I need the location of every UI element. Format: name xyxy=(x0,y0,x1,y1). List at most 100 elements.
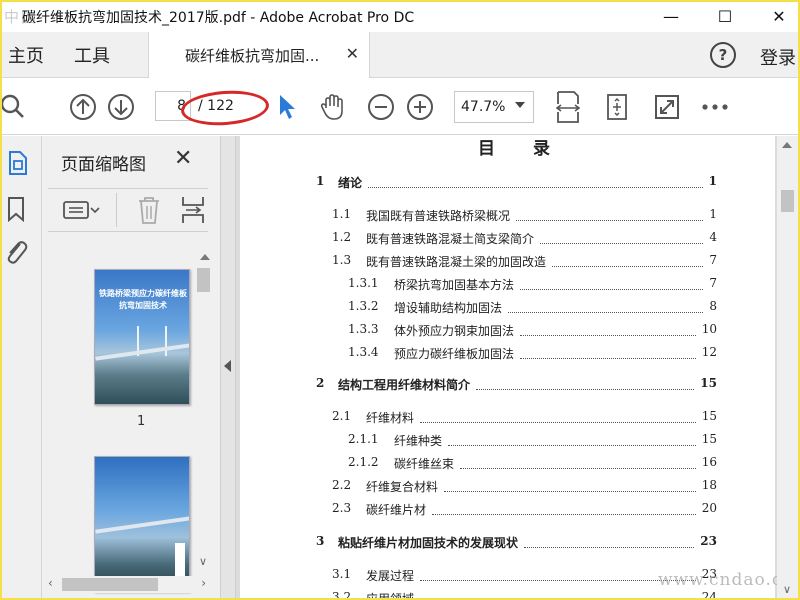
toc-entry[interactable]: 1.3.4 预应力碳纤维板加固法 12 xyxy=(240,345,775,365)
page-thumbnails-icon[interactable] xyxy=(6,150,28,180)
select-cursor-icon[interactable] xyxy=(270,90,304,124)
tab-tools[interactable]: 工具 xyxy=(74,42,110,68)
toc-entry-page: 7 xyxy=(709,276,717,290)
toc-entry[interactable]: 1 绪论 1 xyxy=(240,174,775,194)
toc-entry-page: 1 xyxy=(709,207,717,221)
site-watermark: www.cndao.com xyxy=(658,570,777,590)
toc-leader-dots xyxy=(368,174,703,188)
toc-entry[interactable]: 2.1.2 碳纤维丝束 16 xyxy=(240,455,775,475)
toc-entry[interactable]: 1.3.2 增设辅助结构加固法 8 xyxy=(240,299,775,319)
toc-entry-text: 发展过程 xyxy=(366,569,415,583)
toc-entry-page: 8 xyxy=(709,299,717,313)
minimize-button[interactable]: — xyxy=(648,2,694,30)
toc-entry-text: 体外预应力钢束加固法 xyxy=(394,324,515,338)
attachment-icon[interactable] xyxy=(4,238,28,270)
chevron-left-icon[interactable]: ‹ xyxy=(48,576,53,590)
chevron-up-icon[interactable] xyxy=(782,142,792,148)
toc-entry[interactable]: 1.3 既有普速铁路混凝土梁的加固改造 7 xyxy=(240,253,775,273)
insert-page-icon[interactable] xyxy=(180,195,206,229)
close-tab-icon[interactable]: ✕ xyxy=(346,44,359,63)
toc-leader-dots xyxy=(420,590,696,598)
toc-entry-number: 2.1.1 xyxy=(348,432,379,446)
toc-leader-dots xyxy=(508,299,704,313)
toc-entry[interactable]: 2.3 碳纤维片材 20 xyxy=(240,501,775,521)
panel-toolbar xyxy=(48,188,208,232)
thumbnails-hscrollbar[interactable]: ‹ › xyxy=(42,576,212,593)
toc-entry[interactable]: 1.1 我国既有普速铁路桥梁概况 1 xyxy=(240,207,775,227)
toc-entry[interactable]: 1.3.1 桥梁抗弯加固基本方法 7 xyxy=(240,276,775,296)
toc-entry-number: 1.3 xyxy=(332,253,352,267)
toc-entry[interactable]: 2.2 纤维复合材料 18 xyxy=(240,478,775,498)
toc-entry[interactable]: 1.3.3 体外预应力钢束加固法 10 xyxy=(240,322,775,342)
delete-icon[interactable] xyxy=(136,195,162,229)
left-nav-rail xyxy=(2,136,42,598)
collapse-panel-icon[interactable] xyxy=(224,360,231,372)
chevron-right-icon[interactable]: › xyxy=(201,576,206,590)
hand-tool-icon[interactable] xyxy=(316,90,350,124)
toc-entry[interactable]: 2.1.1 纤维种类 15 xyxy=(240,432,775,452)
zoom-value: 47.7% xyxy=(461,99,506,115)
toc-leader-dots xyxy=(520,322,696,336)
thumbnail-options-icon[interactable] xyxy=(62,199,100,225)
maximize-button[interactable]: ☐ xyxy=(702,2,748,30)
search-icon[interactable] xyxy=(2,90,30,124)
toc-leader-dots xyxy=(448,432,696,446)
toc-entry[interactable]: 1.2 既有普速铁路混凝土简支梁简介 4 xyxy=(240,230,775,250)
toc-entry-number: 3.2 xyxy=(332,590,352,600)
document-tab-label: 碳纤维板抗弯加固... xyxy=(185,47,320,65)
toc-entry-number: 2.3 xyxy=(332,501,352,515)
more-icon[interactable] xyxy=(698,90,732,124)
bookmark-icon[interactable] xyxy=(6,196,26,226)
toc-leader-dots xyxy=(444,478,696,492)
zoom-out-icon[interactable] xyxy=(364,90,398,124)
fullscreen-icon[interactable] xyxy=(650,90,684,124)
bridge-deck xyxy=(95,516,189,534)
scrollbar-thumb[interactable] xyxy=(197,268,210,292)
rotate-icon[interactable] xyxy=(600,90,634,124)
zoom-level-select[interactable]: 47.7% xyxy=(454,91,534,123)
toc-leader-dots xyxy=(524,534,695,548)
zoom-in-icon[interactable] xyxy=(403,90,437,124)
chevron-down-icon[interactable]: ∨ xyxy=(783,583,791,596)
toc-leader-dots xyxy=(552,253,704,267)
toc-entry-page: 23 xyxy=(700,534,717,548)
toc-entry-text: 增设辅助结构加固法 xyxy=(394,301,503,315)
toc-entry-number: 1 xyxy=(316,174,325,188)
tab-document[interactable]: 碳纤维板抗弯加固... ✕ xyxy=(148,32,370,78)
chevron-down-icon[interactable]: ∨ xyxy=(199,555,207,568)
page-thumbnail-1[interactable]: 铁路桥梁预应力碳纤维板抗弯加固技术 xyxy=(94,269,190,405)
prev-page-icon[interactable] xyxy=(66,90,100,124)
page-thumbnail-2[interactable] xyxy=(94,456,190,592)
toc-entry-number: 1.3.2 xyxy=(348,299,379,313)
close-window-button[interactable]: ✕ xyxy=(756,2,798,30)
scrollbar-thumb[interactable] xyxy=(62,578,158,591)
toc-entry-number: 1.3.3 xyxy=(348,322,379,336)
fit-page-icon[interactable] xyxy=(551,90,585,124)
toc-entry-number: 2.1.2 xyxy=(348,455,379,469)
document-view[interactable]: 目录 1 绪论 1 1.1 我国既有普速铁路桥梁概况 1 1.2 既有普速铁路混凝土简支梁简介… xyxy=(236,136,777,600)
toc-leader-dots xyxy=(460,455,696,469)
scrollbar-thumb[interactable] xyxy=(781,190,794,212)
toc-entry[interactable]: 2.1 纤维材料 15 xyxy=(240,409,775,429)
close-panel-icon[interactable]: ✕ xyxy=(174,146,192,171)
help-icon[interactable]: ? xyxy=(710,42,736,68)
toc-leader-dots xyxy=(540,230,704,244)
toc-leader-dots xyxy=(476,376,695,390)
tab-home[interactable]: 主页 xyxy=(8,42,44,68)
toc-entry-page: 12 xyxy=(701,345,717,359)
thumbnails-scrollbar[interactable]: ∨ xyxy=(195,248,212,574)
panel-splitter[interactable] xyxy=(220,136,236,598)
next-page-icon[interactable] xyxy=(104,90,138,124)
toc-entry[interactable]: 3.2 应用领域 24 xyxy=(240,590,775,600)
toc-entry-text: 碳纤维丝束 xyxy=(394,457,455,471)
app-window: 中国 碳纤维板抗弯加固技术_2017版.pdf - Adobe Acrobat … xyxy=(0,0,800,600)
toc-entry[interactable]: 3 粘贴纤维片材加固技术的发展现状 23 xyxy=(240,534,775,554)
toc-entry-page: 15 xyxy=(700,376,717,390)
login-link[interactable]: 登录 xyxy=(760,44,796,70)
toc-entry-page: 18 xyxy=(701,478,717,492)
toc-leader-dots xyxy=(420,409,696,423)
chevron-up-icon[interactable] xyxy=(200,254,210,260)
toc-entry[interactable]: 2 结构工程用纤维材料简介 15 xyxy=(240,376,775,396)
toc-entry-number: 2 xyxy=(316,376,325,390)
document-scrollbar[interactable]: ∨ xyxy=(777,136,798,598)
